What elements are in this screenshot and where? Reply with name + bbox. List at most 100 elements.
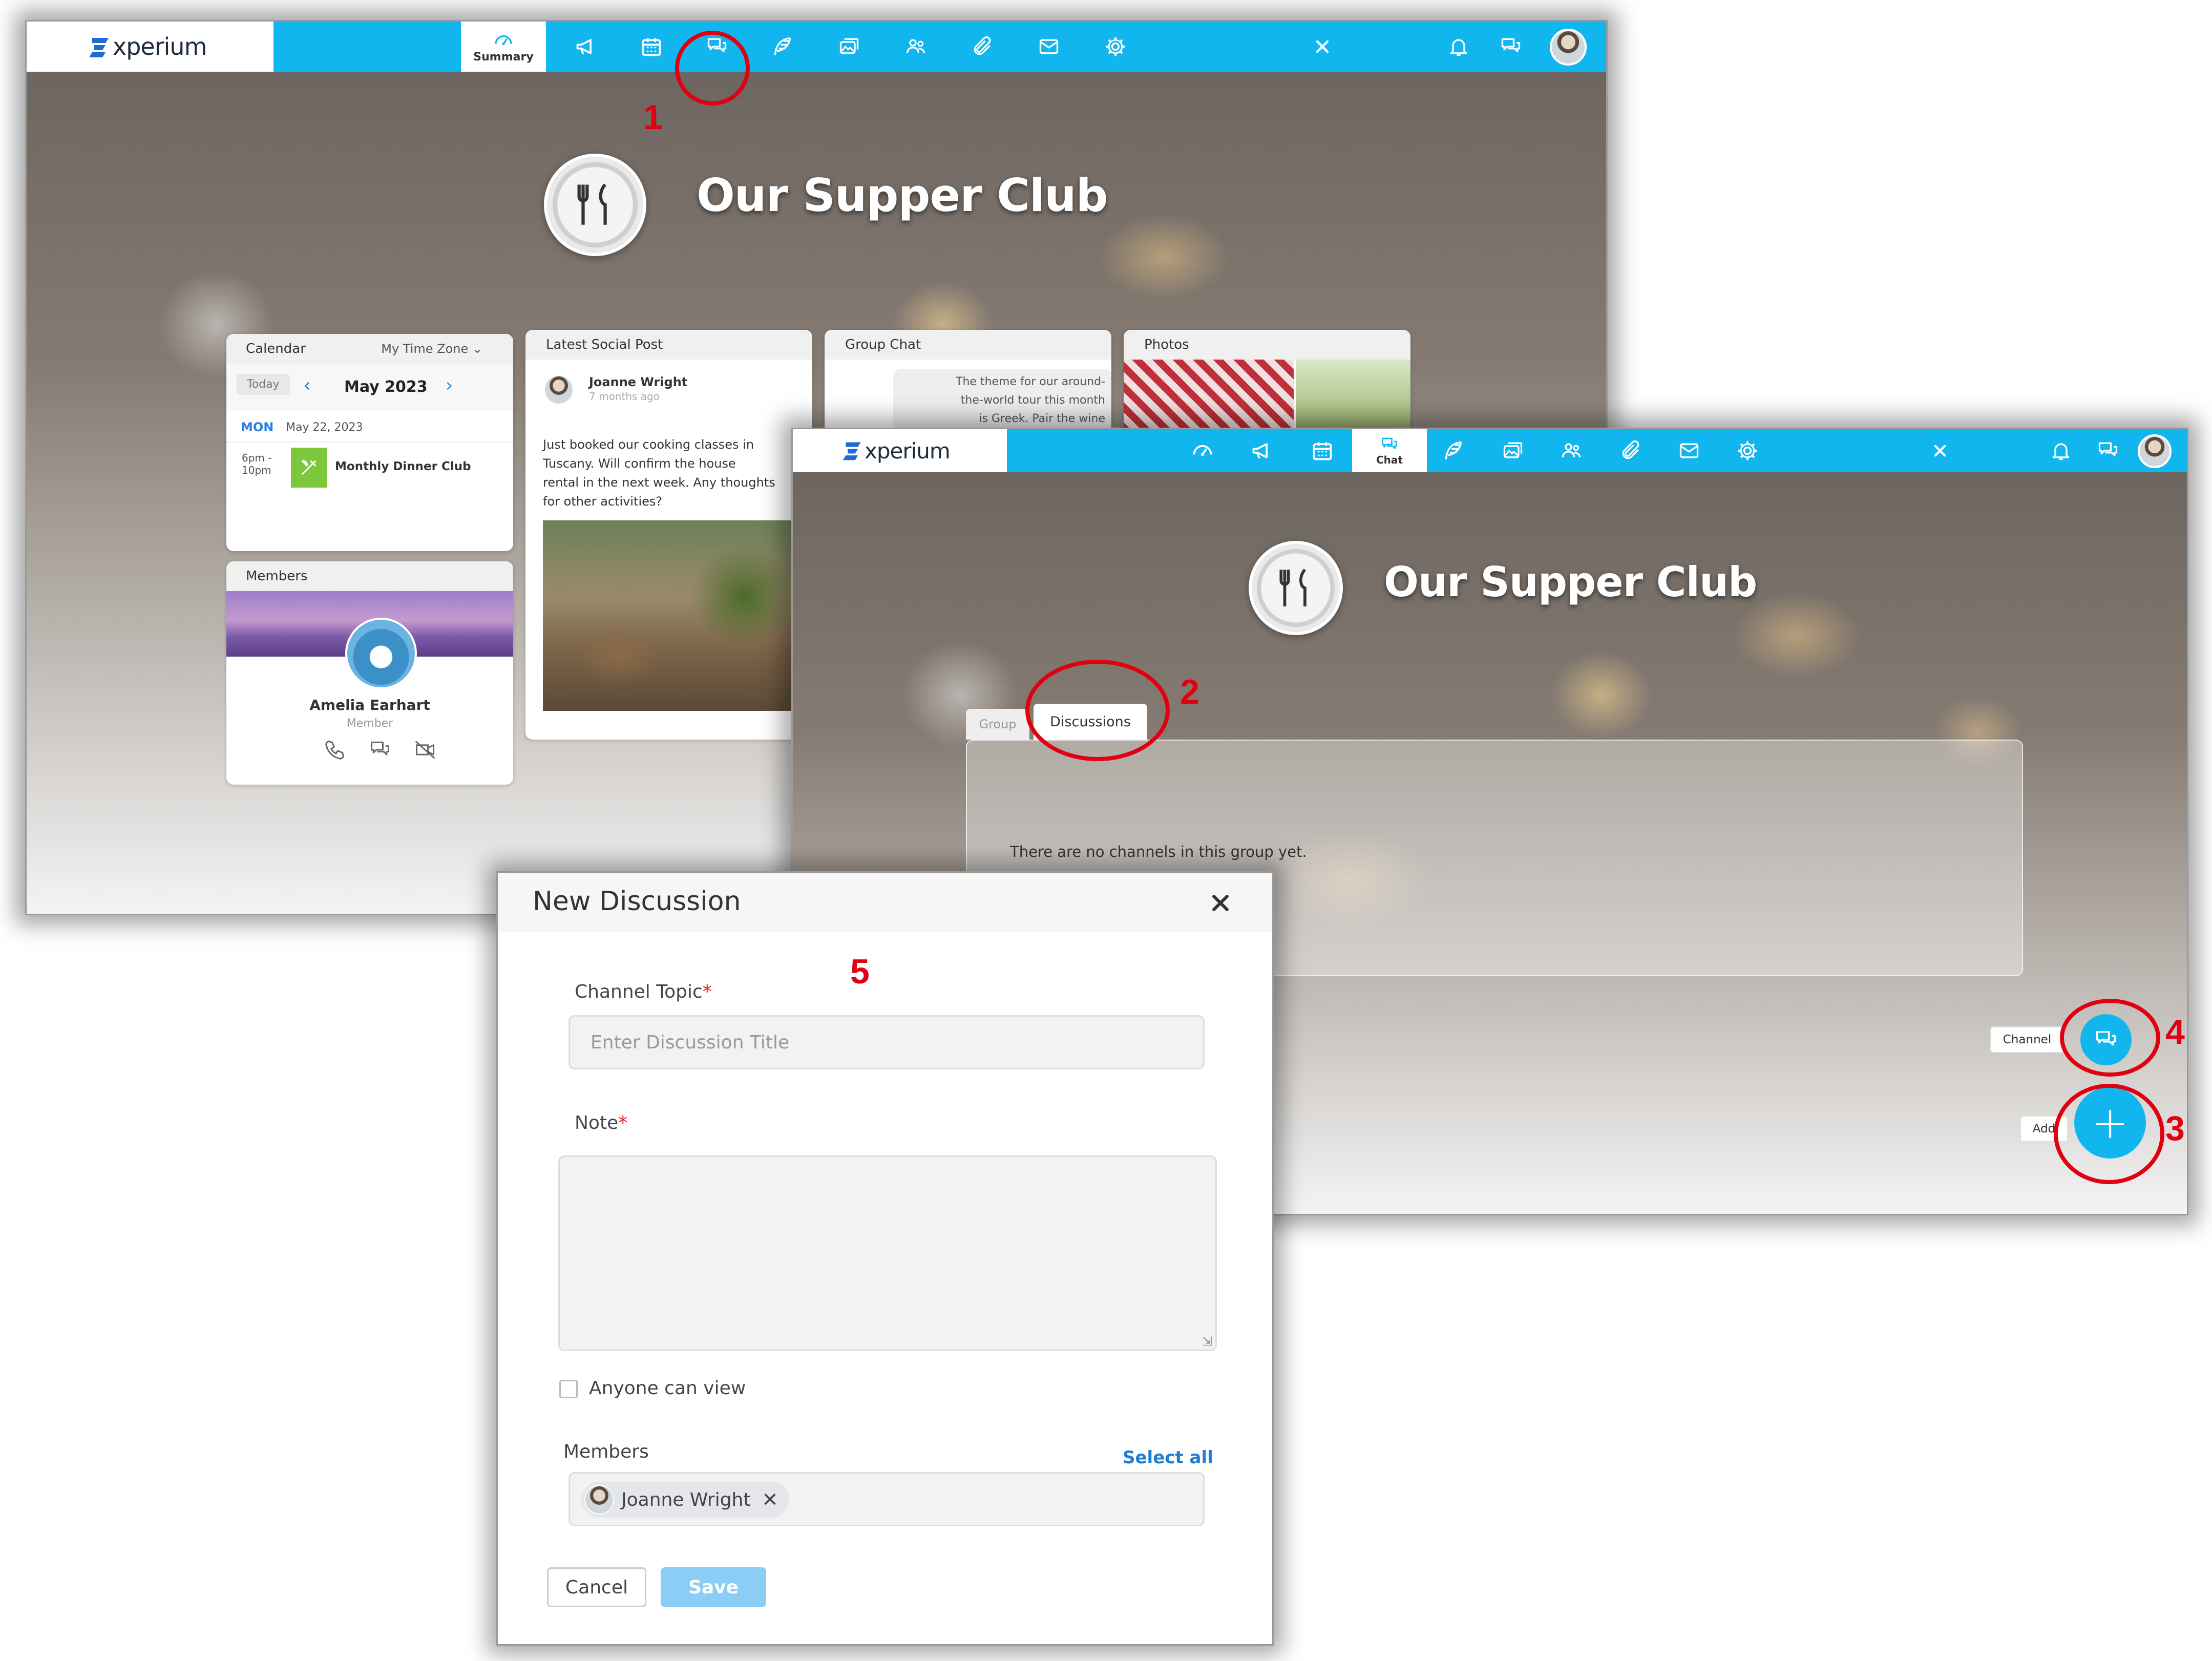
remove-member-icon[interactable]: ✕ (762, 1488, 778, 1511)
post-author[interactable]: Joanne Wright (589, 375, 687, 389)
dialog-title: New Discussion (533, 886, 741, 917)
calendar-icon (640, 35, 663, 58)
nav-posts[interactable] (767, 22, 798, 72)
feather-icon (771, 35, 794, 58)
next-month-icon[interactable]: › (446, 375, 453, 396)
nav-mail[interactable] (1674, 429, 1704, 472)
chat-message-line: is Greek. Pair the wine (979, 412, 1105, 425)
nav-members[interactable] (900, 22, 931, 72)
logo[interactable]: xperium (27, 22, 273, 72)
mail-icon (1678, 439, 1700, 462)
notifications-button[interactable] (1443, 22, 1474, 72)
cancel-button[interactable]: Cancel (547, 1567, 646, 1607)
nav-settings[interactable] (1100, 22, 1131, 72)
logo-mark-icon (88, 35, 113, 59)
tab-group[interactable]: Group (966, 709, 1029, 740)
group-chat-title: Group Chat (845, 337, 921, 352)
gear-icon (1736, 439, 1759, 462)
photos-icon (838, 35, 860, 58)
logo-mark-icon (842, 439, 865, 462)
close-group-button[interactable] (1925, 429, 1955, 472)
chat-icon (2097, 439, 2119, 462)
close-group-button[interactable] (1307, 22, 1338, 72)
note-label: Note* (575, 1112, 627, 1133)
nav-posts[interactable] (1438, 429, 1469, 472)
top-navbar: xperium Summary (27, 22, 1606, 72)
new-discussion-dialog: New Discussion Channel Topic* Enter Disc… (498, 873, 1272, 1644)
anyone-can-view-checkbox[interactable] (559, 1380, 578, 1398)
month-label: May 2023 (344, 378, 428, 396)
timezone-label: My Time Zone (381, 342, 469, 356)
avatar[interactable] (2138, 434, 2172, 468)
tab-summary-label: Summary (473, 50, 534, 64)
nav-photos[interactable] (1498, 429, 1528, 472)
nav-calendar[interactable] (1307, 429, 1338, 472)
members-input[interactable]: Joanne Wright ✕ (568, 1472, 1205, 1526)
today-button[interactable]: Today (237, 374, 290, 395)
dialog-close-button[interactable] (1203, 885, 1238, 921)
tab-summary[interactable]: Summary (461, 22, 546, 72)
dashboard-icon (493, 30, 514, 51)
chat-message-line: The theme for our around- (956, 375, 1105, 388)
photos-header: Photos (1124, 330, 1410, 360)
fab-channel-label[interactable]: Channel (1990, 1026, 2064, 1053)
member-chip-name: Joanne Wright (621, 1489, 751, 1510)
messages-button[interactable] (2093, 429, 2123, 472)
feather-icon (1442, 439, 1465, 462)
member-name[interactable]: Amelia Earhart (226, 697, 513, 713)
select-all-link[interactable]: Select all (1123, 1447, 1213, 1468)
anyone-can-view-label[interactable]: Anyone can view (589, 1378, 746, 1399)
avatar[interactable] (1550, 29, 1587, 66)
nav-members[interactable] (1556, 429, 1587, 472)
channel-topic-placeholder: Enter Discussion Title (591, 1032, 790, 1053)
notifications-button[interactable] (2046, 429, 2076, 472)
annotation-ring-4 (2060, 999, 2160, 1077)
video-off-icon[interactable] (414, 739, 436, 761)
chat-icon (1380, 435, 1399, 454)
channel-topic-input[interactable]: Enter Discussion Title (568, 1015, 1205, 1069)
event-row[interactable]: 6pm - 10pm Monthly Dinner Club (226, 443, 513, 494)
group-chat-header: Group Chat (825, 330, 1111, 360)
top-navbar: xperium Chat (793, 429, 2187, 472)
group-avatar (1249, 541, 1343, 635)
note-textarea[interactable]: ⇲ (558, 1155, 1217, 1351)
nav-settings[interactable] (1732, 429, 1763, 472)
dinner-icon (299, 457, 319, 478)
members-title: Members (246, 569, 308, 584)
resize-handle-icon[interactable]: ⇲ (1202, 1334, 1212, 1349)
channel-topic-label-text: Channel Topic (575, 981, 703, 1002)
nav-files[interactable] (967, 22, 998, 72)
logo[interactable]: xperium (793, 429, 1007, 472)
members-header: Members (226, 561, 513, 591)
gear-icon (1104, 35, 1127, 58)
messages-button[interactable] (1495, 22, 1526, 72)
nav-announcements[interactable] (1247, 429, 1277, 472)
cutlery-icon (571, 178, 619, 232)
save-button[interactable]: Save (661, 1567, 766, 1607)
group-avatar (544, 154, 646, 256)
logo-text: xperium (113, 33, 207, 60)
members-label: Members (563, 1441, 649, 1462)
nav-dashboard[interactable] (1187, 429, 1218, 472)
prev-month-icon[interactable]: ‹ (303, 375, 310, 396)
tab-chat[interactable]: Chat (1352, 429, 1427, 472)
nav-mail[interactable] (1034, 22, 1064, 72)
post-image[interactable] (543, 520, 795, 711)
photos-icon (1502, 439, 1524, 462)
group-title: Our Supper Club (697, 169, 1108, 222)
nav-calendar[interactable] (636, 22, 667, 72)
author-avatar (543, 374, 575, 406)
bell-icon (1447, 35, 1470, 58)
paperclip-icon (1619, 439, 1642, 462)
member-avatar[interactable] (345, 618, 417, 689)
nav-files[interactable] (1615, 429, 1646, 472)
chat-icon[interactable] (369, 739, 391, 761)
phone-icon[interactable] (324, 739, 346, 761)
members-widget: Members Amelia Earhart Member (226, 561, 513, 785)
nav-photos[interactable] (834, 22, 865, 72)
chat-icon (1500, 35, 1522, 58)
nav-announcements[interactable] (571, 22, 601, 72)
day-abbr: MON (241, 420, 274, 434)
member-role: Member (346, 717, 393, 730)
timezone-select[interactable]: My Time Zone ⌄ (381, 342, 482, 356)
